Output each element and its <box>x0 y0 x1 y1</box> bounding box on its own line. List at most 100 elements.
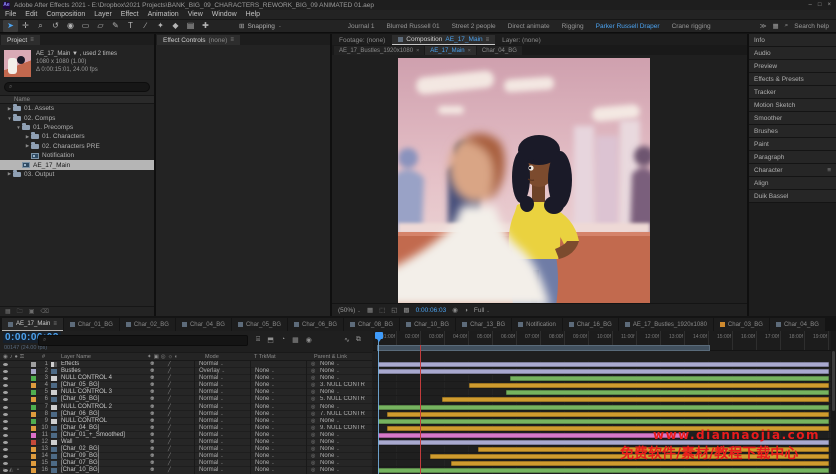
selection-tool-icon[interactable]: ➤ <box>3 20 18 32</box>
menu-effect[interactable]: Effect <box>121 11 139 18</box>
snapshot-icon[interactable]: ◉ <box>452 306 458 314</box>
visibility-eye-icon[interactable] <box>3 377 8 380</box>
menu-edit[interactable]: Edit <box>25 11 37 18</box>
pickwhip-icon[interactable]: ◎ <box>311 425 315 431</box>
label-color-chip[interactable] <box>31 447 36 452</box>
parent-dropdown[interactable]: None ⌄ <box>320 418 340 424</box>
layer-duration-bar[interactable] <box>378 433 687 438</box>
pickwhip-icon[interactable]: ◎ <box>311 389 315 395</box>
menu-composition[interactable]: Composition <box>46 11 85 18</box>
layer-duration-bar[interactable] <box>442 397 829 402</box>
visibility-eye-icon[interactable] <box>3 363 8 366</box>
delete-icon[interactable]: ⌫ <box>40 308 48 315</box>
timeline-tab[interactable]: Char_08_BG <box>344 318 399 331</box>
eraser-tool-icon[interactable]: ◆ <box>168 20 183 32</box>
camera-tool-icon[interactable]: ◉ <box>63 20 78 32</box>
project-search-input[interactable]: ⌕ <box>4 82 150 92</box>
workspace-overflow-icon[interactable]: ≫ <box>760 22 767 30</box>
timeline-vertical-scrollbar[interactable] <box>831 331 836 474</box>
visibility-eye-icon[interactable] <box>3 427 8 430</box>
project-tree-item[interactable]: ▶03. Output <box>0 170 154 179</box>
side-panel-preview[interactable]: Preview <box>749 60 836 72</box>
trkmat-dropdown[interactable]: None ⌄ <box>255 425 275 431</box>
workspace-tab[interactable]: Parker Russell Draper <box>590 23 666 30</box>
timeline-tab[interactable]: Char_10_BG <box>400 318 455 331</box>
layer-row[interactable]: 8[Char_06_BG]⚉ ╱Normal ⌄None ⌄◎7. NULL C… <box>0 411 372 418</box>
layer-name[interactable]: [Char_07_BG] <box>61 460 99 466</box>
label-color-chip[interactable] <box>31 390 36 395</box>
label-color-chip[interactable] <box>31 426 36 431</box>
layer-switches[interactable]: ⚉ ╱ <box>150 453 177 459</box>
visibility-eye-icon[interactable] <box>3 391 8 394</box>
window-controls[interactable]: –□× <box>809 2 833 8</box>
visibility-eye-icon[interactable] <box>3 406 8 409</box>
twirl-icon[interactable]: ▼ <box>15 125 22 130</box>
label-color-chip[interactable] <box>31 405 36 410</box>
layer-duration-bar[interactable] <box>387 412 829 417</box>
side-panel-character[interactable]: Character≡ <box>749 164 836 176</box>
visibility-eye-icon[interactable] <box>3 384 8 387</box>
comp-tab[interactable]: AE_17_Main× <box>425 46 476 55</box>
project-tree-item[interactable]: AE_17_Main <box>0 160 154 169</box>
layer-switches[interactable]: ⚉ ╱ <box>150 389 177 395</box>
twirl-icon[interactable]: ▶ <box>24 134 31 140</box>
minimize-icon[interactable]: – <box>809 2 812 8</box>
pickwhip-icon[interactable]: ◎ <box>311 411 315 417</box>
trkmat-dropdown[interactable]: None ⌄ <box>255 453 275 459</box>
project-tree-item[interactable]: ▶01. Characters <box>0 132 154 141</box>
layer-name[interactable]: [Char_04_BG] <box>61 425 99 431</box>
current-time-display[interactable]: 0:00:06:03 <box>416 307 447 314</box>
rotation-tool-icon[interactable]: ↺ <box>48 20 63 32</box>
pickwhip-icon[interactable]: ◎ <box>311 361 315 367</box>
blend-mode-dropdown[interactable]: Normal ⌄ <box>199 446 224 452</box>
layer-name[interactable]: NULL CONTROL 2 <box>61 404 112 410</box>
layer-switches[interactable]: ⚉ ╱ <box>150 425 177 431</box>
blend-mode-dropdown[interactable]: Normal ⌄ <box>199 425 224 431</box>
label-color-chip[interactable] <box>31 412 36 417</box>
trkmat-dropdown[interactable]: None ⌄ <box>255 389 275 395</box>
layer-row[interactable]: 5NULL CONTROL 3⚉ ╱Normal ⌄None ⌄◎None ⌄ <box>0 389 372 396</box>
layer-row[interactable]: 9NULL CONTROL⚉ ╱Normal ⌄None ⌄◎None ⌄ <box>0 418 372 425</box>
side-panel-motion-sketch[interactable]: Motion Sketch <box>749 99 836 111</box>
parent-dropdown[interactable]: None ⌄ <box>320 389 340 395</box>
search-help-label[interactable]: Search help <box>794 23 829 30</box>
workspace-tab[interactable]: Crane rigging <box>666 23 717 30</box>
trkmat-dropdown[interactable]: None ⌄ <box>255 375 275 381</box>
layer-duration-bar[interactable] <box>378 405 829 410</box>
comp-tab[interactable]: AE_17_Bustles_1920x1080× <box>334 46 424 55</box>
blend-mode-dropdown[interactable]: Normal ⌄ <box>199 382 224 388</box>
layer-name[interactable]: [Char_05_BG] <box>61 396 99 402</box>
layer-switches[interactable]: ⚉ ╱ <box>150 404 177 410</box>
timeline-tab[interactable]: Char_04_BG <box>770 318 825 331</box>
layer-duration-bar[interactable] <box>510 376 828 381</box>
shape-tool-icon[interactable]: ▱ <box>93 20 108 32</box>
layout-grid-icon[interactable]: ▦ <box>773 22 779 30</box>
show-channel-icon[interactable]: ◑ <box>464 307 468 314</box>
layer-row[interactable]: 15[Char_07_BG]⚉ ╱Normal ⌄None ⌄◎None ⌄ <box>0 460 372 467</box>
menu-help[interactable]: Help <box>246 11 260 18</box>
blend-mode-dropdown[interactable]: Normal ⌄ <box>199 467 224 473</box>
pickwhip-icon[interactable]: ◎ <box>311 396 315 402</box>
pickwhip-icon[interactable]: ◎ <box>311 432 315 438</box>
workspace-tab[interactable]: Rigging <box>556 23 590 30</box>
timeline-tab[interactable]: Char_04_BG <box>176 318 231 331</box>
layer-switches[interactable]: ⚉ ╱ <box>150 375 177 381</box>
blend-mode-dropdown[interactable]: Normal ⌄ <box>199 375 224 381</box>
project-tree-item[interactable]: ▼02. Comps <box>0 113 154 122</box>
blend-mode-dropdown[interactable]: Normal ⌄ <box>199 361 224 367</box>
trkmat-dropdown[interactable]: None ⌄ <box>255 411 275 417</box>
layer-switches[interactable]: ⚉ ╱ <box>150 418 177 424</box>
blend-mode-dropdown[interactable]: Normal ⌄ <box>199 404 224 410</box>
parent-dropdown[interactable]: None ⌄ <box>320 446 340 452</box>
side-panel-effects-presets[interactable]: Effects & Presets <box>749 73 836 85</box>
layer-name[interactable]: [Char_09_BG] <box>61 453 99 459</box>
frame-blend-icon[interactable]: ▦ <box>292 336 299 344</box>
motion-blur-icon[interactable]: ◉ <box>306 336 312 344</box>
panel-menu-icon[interactable]: ≡ <box>30 37 34 43</box>
label-color-chip[interactable] <box>31 468 36 473</box>
layer-name[interactable]: Effects <box>61 361 79 367</box>
layer-switches[interactable]: ⚉ ╱ <box>150 432 177 438</box>
label-color-chip[interactable] <box>31 461 36 466</box>
tab-project[interactable]: Project ≡ <box>1 35 40 45</box>
layer-name[interactable]: [Char_01_+_Smoothed] <box>61 432 125 438</box>
